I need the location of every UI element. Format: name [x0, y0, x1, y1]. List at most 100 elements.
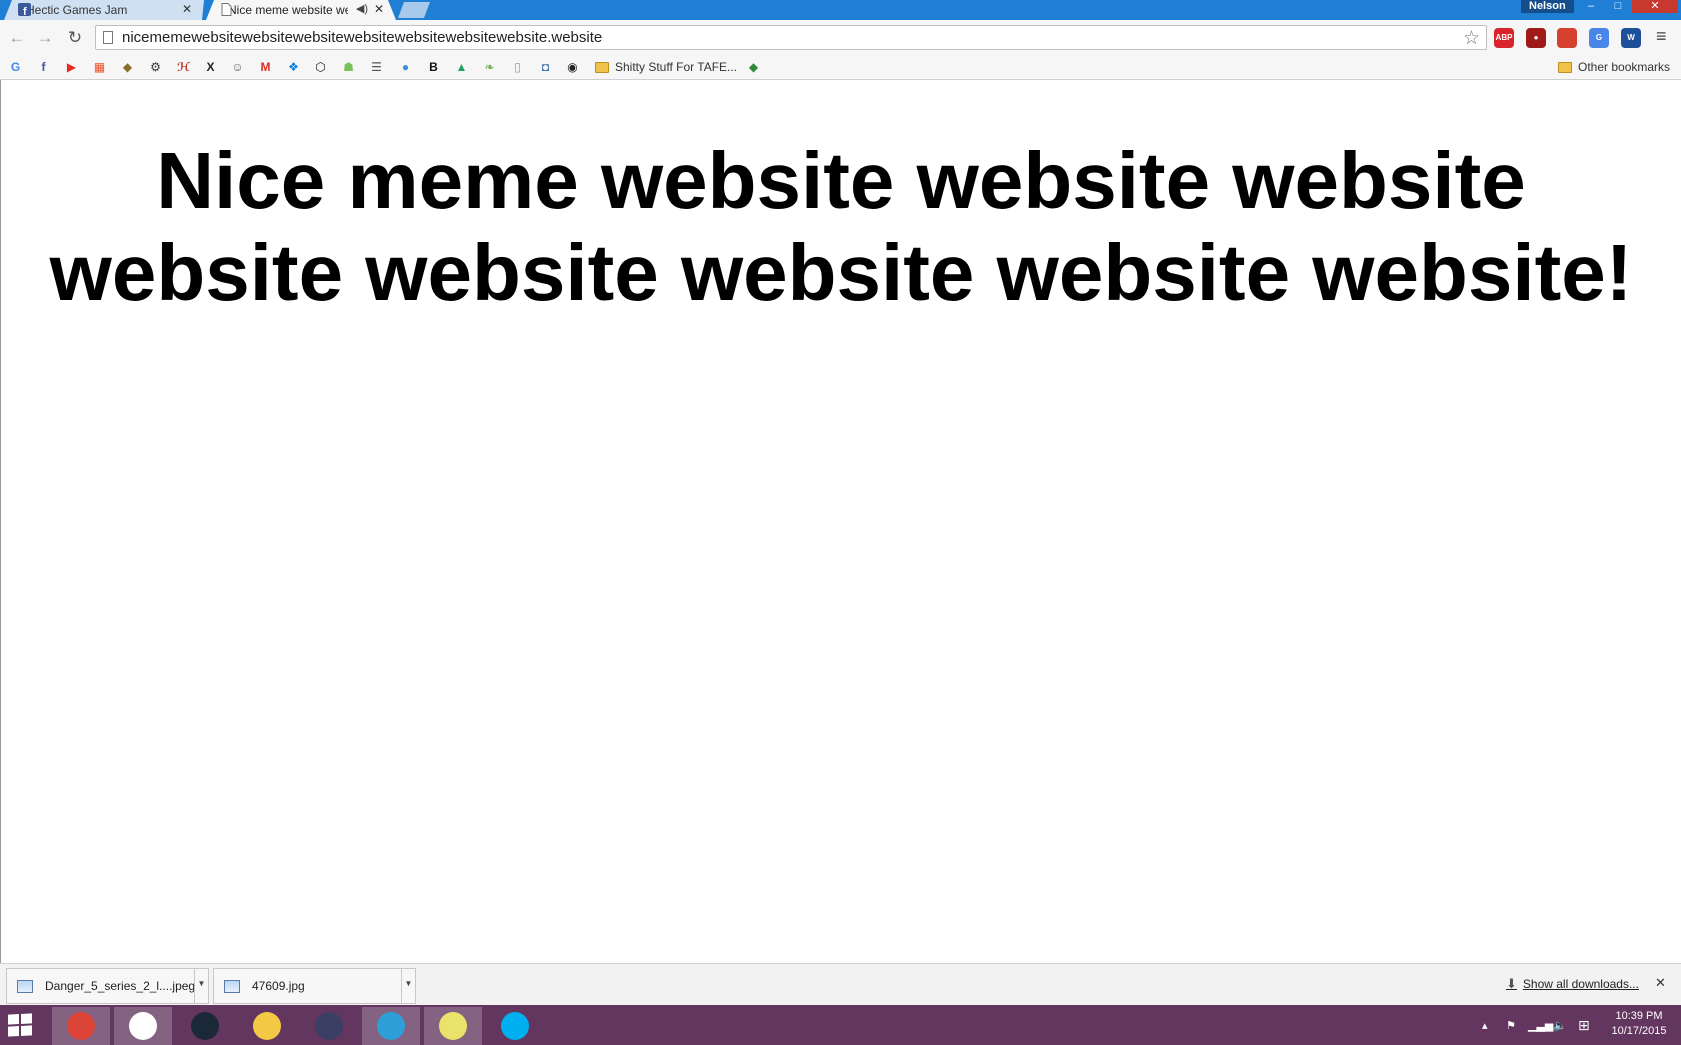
adblock-plus-icon[interactable]: ABP	[1494, 28, 1514, 48]
word-icon[interactable]: W	[1621, 28, 1641, 48]
x-icon[interactable]: X	[203, 60, 218, 75]
tab-nice-meme-website[interactable]: Nice meme website we ◀) ✕	[206, 0, 396, 20]
url-text[interactable]: nicememewebsitewebsitewebsitewebsitewebs…	[122, 29, 602, 46]
start-tile	[8, 1026, 19, 1037]
maximize-button[interactable]: □	[1605, 0, 1631, 13]
microsoft-icon[interactable]: ▦	[92, 60, 107, 75]
back-button[interactable]: ←	[6, 27, 28, 49]
water-drop-icon[interactable]: ●	[398, 60, 413, 75]
ublock-icon[interactable]: ●	[1526, 28, 1546, 48]
bookmark-folder-tafe[interactable]: Shitty Stuff For TAFE...	[595, 58, 737, 76]
document-icon[interactable]: ☰	[369, 60, 384, 75]
unity-icon	[129, 1012, 157, 1040]
dropbox-icon[interactable]: ❖	[286, 60, 301, 75]
download-item[interactable]: Danger_5_series_2_l....jpeg ▼	[6, 968, 209, 1004]
system-clock[interactable]: 10:39 PM 10/17/2015	[1604, 1009, 1674, 1039]
taskbar-button[interactable]	[362, 1007, 420, 1045]
tab-title: Nice meme website we	[228, 3, 348, 17]
action-center-flag-icon[interactable]: ⚑	[1506, 1005, 1516, 1045]
gear-app-icon	[377, 1012, 405, 1040]
speaker-icon[interactable]: ◀)	[356, 2, 368, 15]
google-drive-icon[interactable]: ▲	[454, 60, 469, 75]
bookmarks-bar: Gf ▶ ▦ ◆ ⚙ ℋ X ☺ M ❖ ⬡ ☗ ☰ ● B ▲ ❧ ▯ ◘ ◉ Shitty Stuff For T…	[0, 55, 1681, 80]
file-explorer-icon	[253, 1012, 281, 1040]
skype-icon	[501, 1012, 529, 1040]
taskbar-button[interactable]	[238, 1007, 296, 1045]
b-icon[interactable]: B	[426, 60, 441, 75]
taskbar-button[interactable]	[52, 1007, 110, 1045]
download-item[interactable]: 47609.jpg ▼	[213, 968, 416, 1004]
bookmark-folder-label: Shitty Stuff For TAFE...	[615, 60, 738, 74]
taskbar-button[interactable]	[424, 1007, 482, 1045]
youtube-icon[interactable]: ▶	[64, 60, 79, 75]
folder-icon	[1558, 61, 1572, 73]
shield-icon[interactable]: ◆	[120, 60, 135, 75]
other-bookmarks-folder[interactable]: Other bookmarks	[1558, 58, 1670, 76]
bookmark-star-icon[interactable]: ☆	[1463, 27, 1480, 50]
reddit-icon[interactable]: ☺	[230, 60, 245, 75]
minimize-button[interactable]: –	[1578, 0, 1604, 13]
chrome-menu-button[interactable]: ≡	[1656, 26, 1667, 47]
hackaday-icon[interactable]: ℋ	[176, 60, 191, 75]
svg-text:f: f	[23, 6, 27, 16]
page-viewport: Nice meme website website website websit…	[0, 80, 1681, 963]
other-bookmarks-label: Other bookmarks	[1578, 60, 1671, 74]
new-tab-button[interactable]	[398, 2, 430, 18]
taskbar-button[interactable]	[176, 1007, 234, 1045]
taskbar-button[interactable]	[114, 1007, 172, 1045]
tab-close-icon[interactable]: ✕	[374, 2, 384, 16]
network-signal-icon[interactable]: ▁▃▅	[1528, 1005, 1553, 1045]
gmail-icon[interactable]: M	[258, 60, 273, 75]
tray-chevron-icon[interactable]: ▴	[1482, 1005, 1488, 1045]
chrome-icon	[67, 1012, 95, 1040]
leaf-icon[interactable]: ❧	[482, 60, 497, 75]
show-all-downloads-link[interactable]: ⬇ Show all downloads...	[1506, 976, 1639, 992]
folder-icon	[595, 61, 609, 73]
close-window-button[interactable]: ✕	[1632, 0, 1678, 13]
taskbar-button[interactable]	[300, 1007, 358, 1045]
gear-icon[interactable]: ⚙	[148, 60, 163, 75]
google-icon[interactable]: G	[8, 60, 23, 75]
volume-icon[interactable]: 🔈	[1553, 1005, 1567, 1045]
tab-close-icon[interactable]: ✕	[182, 2, 192, 16]
bookmark-ext-icon[interactable]	[1557, 28, 1577, 48]
chevron-down-icon[interactable]: ▼	[401, 969, 415, 1003]
tab-strip: f Hectic Games Jam ✕ Nice meme website w…	[0, 0, 1681, 20]
reload-button[interactable]: ↻	[64, 27, 86, 49]
cylinder-icon[interactable]: ◘	[538, 60, 553, 75]
page-info-icon[interactable]	[103, 31, 113, 44]
forward-button[interactable]: →	[34, 27, 56, 49]
image-file-icon	[17, 979, 33, 993]
sticky-notes-icon	[439, 1012, 467, 1040]
download-arrow-icon: ⬇	[1506, 976, 1517, 991]
windows-taskbar: ▴ ⚑ ▁▃▅ 🔈 ⊞ 10:39 PM 10/17/2015	[0, 1005, 1681, 1045]
page-headline: Nice meme website website website websit…	[49, 136, 1633, 317]
taskbar-button[interactable]	[486, 1007, 544, 1045]
download-shelf: Danger_5_series_2_l....jpeg ▼ 47609.jpg …	[0, 963, 1681, 1005]
windows-notification-icon[interactable]: ⊞	[1578, 1005, 1590, 1045]
tab-title: Hectic Games Jam	[26, 3, 128, 17]
address-bar[interactable]: nicememewebsitewebsitewebsitewebsitewebs…	[95, 25, 1487, 50]
start-tile	[21, 1025, 32, 1036]
facebook-icon[interactable]: f	[36, 60, 51, 75]
blank-page-icon[interactable]: ▯	[510, 60, 525, 75]
show-all-downloads-label: Show all downloads...	[1522, 977, 1639, 991]
download-filename: Danger_5_series_2_l....jpeg	[45, 979, 196, 993]
android-icon[interactable]: ☗	[341, 60, 356, 75]
windows-start-button[interactable]	[8, 1013, 32, 1037]
start-tile	[8, 1014, 19, 1025]
google-translate-icon[interactable]: G	[1589, 28, 1609, 48]
page-icon	[220, 3, 233, 16]
green-badge-icon[interactable]: ◆	[746, 60, 761, 75]
profile-button[interactable]: Nelson	[1521, 0, 1574, 13]
tab-hectic-games-jam[interactable]: f Hectic Games Jam ✕	[4, 0, 204, 20]
start-tile	[21, 1013, 32, 1024]
close-download-shelf-button[interactable]: ✕	[1655, 975, 1666, 991]
browser-toolbar: ← → ↻ nicememewebsitewebsitewebsitewebsi…	[0, 20, 1681, 55]
chevron-down-icon[interactable]: ▼	[194, 969, 208, 1003]
unity-icon[interactable]: ⬡	[313, 60, 328, 75]
image-file-icon	[224, 979, 240, 993]
github-icon[interactable]: ◉	[565, 60, 580, 75]
steam-icon	[191, 1012, 219, 1040]
download-filename: 47609.jpg	[252, 979, 305, 993]
